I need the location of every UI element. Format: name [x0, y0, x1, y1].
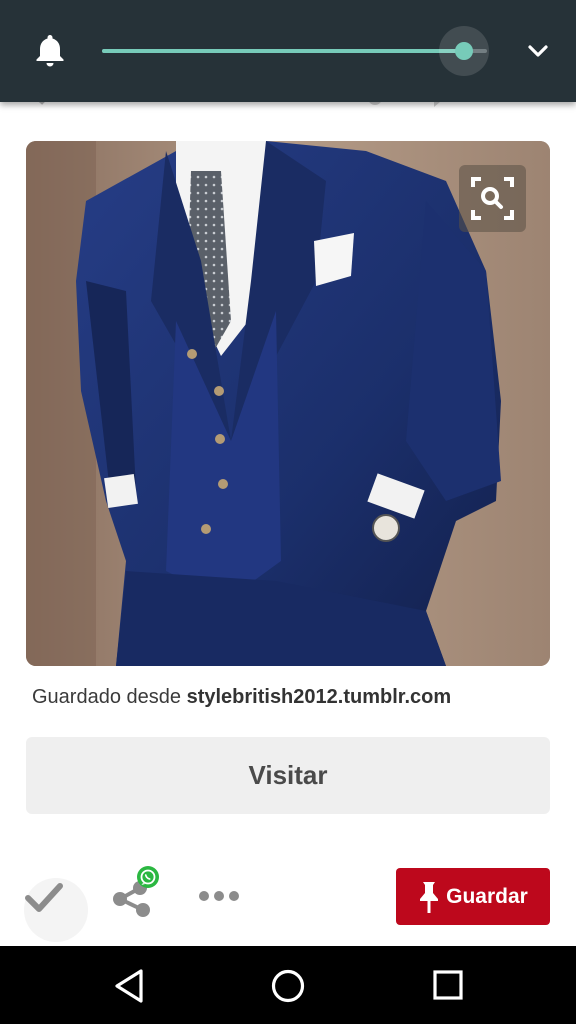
whatsapp-icon — [137, 866, 159, 888]
bell-icon[interactable] — [34, 33, 66, 67]
chevron-down-icon[interactable] — [526, 41, 550, 61]
nav-recent-icon[interactable] — [433, 970, 463, 1000]
volume-slider[interactable] — [102, 26, 512, 76]
action-row: Guardar — [0, 860, 576, 946]
more-icon[interactable] — [198, 890, 240, 902]
saved-from-text: Guardado desde stylebritish2012.tumblr.c… — [32, 686, 451, 709]
saved-from-source-link[interactable]: stylebritish2012.tumblr.com — [187, 686, 452, 708]
volume-panel — [0, 0, 576, 102]
nav-home-icon[interactable] — [270, 968, 306, 1004]
system-nav-bar — [0, 946, 576, 1024]
slider-thumb[interactable] — [455, 42, 473, 60]
visit-button[interactable]: Visitar — [26, 737, 550, 814]
zoom-button[interactable] — [459, 165, 526, 232]
nav-back-icon[interactable] — [112, 968, 146, 1004]
save-button[interactable]: Guardar — [396, 868, 550, 925]
saved-from-prefix: Guardado desde — [32, 686, 182, 708]
zoom-lens-icon — [471, 177, 514, 220]
check-icon[interactable] — [24, 880, 64, 914]
slider-fill — [102, 49, 464, 53]
screen: Guardado desde stylebritish2012.tumblr.c… — [0, 0, 576, 1024]
save-button-label: Guardar — [446, 884, 528, 908]
pin-icon — [420, 881, 439, 913]
